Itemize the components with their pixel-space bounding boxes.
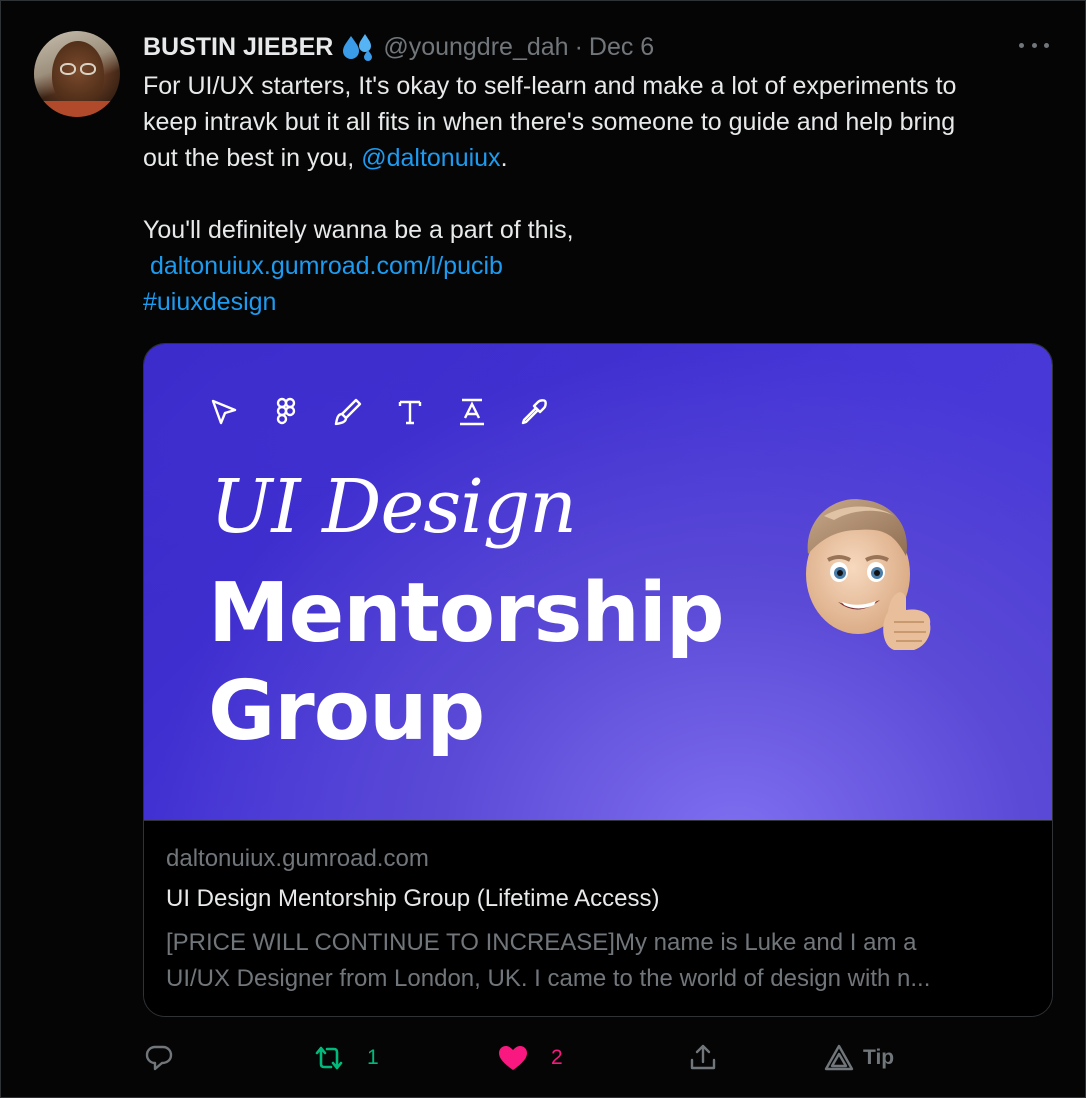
tip-button[interactable]: Tip — [823, 1037, 894, 1079]
tweet-date[interactable]: Dec 6 — [589, 33, 654, 62]
card-metadata[interactable]: daltonuiux.gumroad.com UI Design Mentors… — [144, 820, 1052, 1016]
retweet-icon — [315, 1046, 343, 1070]
card-image-title: UI Design — [210, 464, 577, 550]
url-link[interactable]: daltonuiux.gumroad.com/l/pucib — [150, 252, 503, 280]
heart-filled-icon — [499, 1046, 527, 1070]
text-icon — [394, 394, 456, 430]
card-description: [PRICE WILL CONTINUE TO INCREASE]My name… — [166, 925, 1036, 997]
card-description-line: [PRICE WILL CONTINUE TO INCREASE]My name… — [166, 929, 917, 956]
card-description-line: UI/UX Designer from London, UK. I came t… — [166, 965, 931, 992]
card-image-title: Group — [208, 664, 485, 759]
retweet-count: 1 — [367, 1046, 379, 1069]
tweet-header: BUSTIN JIEBER @youngdre_dah · Dec 6 — [143, 29, 654, 65]
card-image-title: Mentorship — [208, 566, 725, 661]
tweet-text-line: For UI/UX starters, It's okay to self-le… — [143, 72, 957, 100]
memoji-thumbs-up — [806, 499, 931, 650]
eyedropper-icon — [518, 394, 580, 430]
mention-link[interactable]: @daltonuiux — [361, 144, 500, 172]
tweet-text-line: out the best in you, @daltonuiux. — [143, 140, 1053, 176]
tweet-text-line: You'll definitely wanna be a part of thi… — [143, 216, 574, 244]
sweat-droplets-icon — [343, 34, 373, 61]
text-style-icon — [456, 394, 518, 430]
tweet-text-segment: . — [500, 144, 508, 172]
tweet-text: For UI/UX starters, It's okay to self-le… — [143, 68, 1053, 320]
tip-label: Tip — [863, 1046, 895, 1069]
reply-button[interactable] — [143, 1037, 175, 1079]
tweet-text-segment: out the best in you, — [143, 144, 362, 172]
author-handle[interactable]: @youngdre_dah — [383, 33, 568, 62]
more-options-icon[interactable] — [1019, 35, 1049, 55]
share-icon — [690, 1044, 716, 1070]
hashtag-link[interactable]: #uiuxdesign — [143, 288, 276, 316]
design-tools-row — [208, 394, 580, 430]
separator-dot: · — [574, 32, 583, 61]
retweet-button[interactable]: 1 — [313, 1037, 379, 1079]
card-domain: daltonuiux.gumroad.com — [166, 845, 429, 872]
share-button[interactable] — [687, 1037, 719, 1079]
brush-icon — [332, 394, 394, 430]
card-title: UI Design Mentorship Group (Lifetime Acc… — [166, 885, 660, 912]
link-preview-card[interactable]: UI Design Mentorship Group daltonuiux.gu… — [143, 343, 1053, 1017]
tip-icon — [824, 1044, 854, 1071]
cursor-icon — [208, 394, 270, 430]
card-image[interactable]: UI Design Mentorship Group — [144, 344, 1052, 820]
like-count: 2 — [551, 1046, 563, 1069]
tweet-actions: 1 2 Tip — [143, 1037, 1053, 1079]
tweet-text-line: #uiuxdesign — [143, 284, 1053, 320]
author-name[interactable]: BUSTIN JIEBER — [143, 33, 333, 62]
tweet-card[interactable]: BUSTIN JIEBER @youngdre_dah · Dec 6 For … — [0, 0, 1086, 1098]
avatar[interactable] — [34, 31, 120, 117]
figma-icon — [270, 394, 332, 430]
tweet-text-line: daltonuiux.gumroad.com/l/pucib — [143, 248, 1053, 284]
reply-icon — [145, 1045, 173, 1071]
tweet-text-line: keep intravk but it all fits in when the… — [143, 108, 956, 136]
like-button[interactable]: 2 — [497, 1037, 563, 1079]
